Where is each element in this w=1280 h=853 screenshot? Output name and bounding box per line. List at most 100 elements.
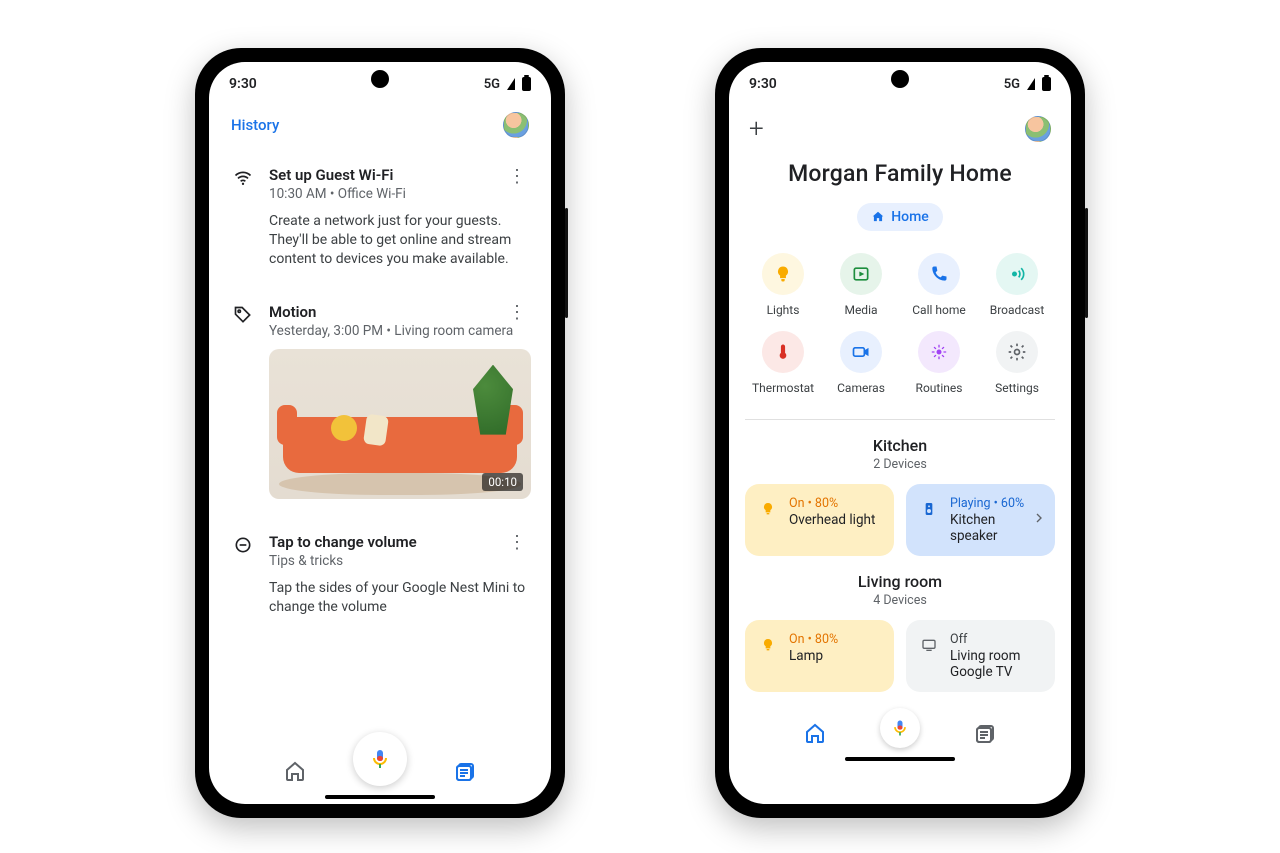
- feed-subtitle: Yesterday, 3:00 PM • Living room camera: [269, 323, 531, 339]
- thermostat-icon: [762, 331, 804, 373]
- status-network: 5G: [1004, 77, 1020, 92]
- shortcut-cameras[interactable]: Cameras: [831, 331, 891, 395]
- status-network: 5G: [484, 77, 500, 92]
- tv-icon: [918, 634, 940, 656]
- motion-clip-thumbnail[interactable]: 00:10: [269, 349, 531, 499]
- room-name: Living room: [729, 572, 1071, 591]
- screenshot-stage: 9:30 5G History: [0, 0, 1280, 853]
- shortcut-call-home[interactable]: Call home: [909, 253, 969, 317]
- device-card-living-room-tv[interactable]: Off Living room Google TV: [906, 620, 1055, 692]
- assistant-mic-button[interactable]: [353, 732, 407, 786]
- tab-feed[interactable]: [449, 754, 483, 788]
- camera-icon: [840, 331, 882, 373]
- feed-subtitle: 10:30 AM • Office Wi-Fi: [269, 186, 529, 202]
- tab-home[interactable]: [278, 754, 312, 788]
- add-button[interactable]: +: [749, 116, 764, 142]
- shortcut-label: Routines: [916, 381, 963, 395]
- feed-title: Set up Guest Wi-Fi: [269, 166, 529, 184]
- front-camera-dot: [371, 70, 389, 88]
- shortcut-broadcast[interactable]: Broadcast: [987, 253, 1047, 317]
- device-card-lamp[interactable]: On • 80% Lamp: [745, 620, 894, 692]
- device-card-overhead-light[interactable]: On • 80% Overhead light: [745, 484, 894, 556]
- routines-icon: [918, 331, 960, 373]
- broadcast-icon: [996, 253, 1038, 295]
- device-name: Living room Google TV: [950, 648, 1043, 680]
- motion-tag-icon: [231, 303, 255, 499]
- media-icon: [840, 253, 882, 295]
- home-title: Morgan Family Home: [729, 160, 1071, 187]
- divider: [745, 419, 1055, 420]
- device-name: Kitchen speaker: [950, 512, 1043, 544]
- status-time: 9:30: [229, 76, 257, 92]
- status-time: 9:30: [749, 76, 777, 92]
- gesture-bar: [845, 757, 955, 761]
- activity-feed: Set up Guest Wi-Fi 10:30 AM • Office Wi-…: [209, 150, 551, 730]
- gesture-bar: [325, 795, 435, 799]
- room-header-living-room[interactable]: Living room 4 Devices: [729, 572, 1071, 608]
- more-icon[interactable]: ⋮: [505, 301, 529, 325]
- light-icon: [757, 634, 779, 656]
- avatar[interactable]: [1025, 116, 1051, 142]
- screen-right: 9:30 5G + Morgan Family Home Home: [729, 62, 1071, 804]
- feed-subtitle: Tips & tricks: [269, 553, 529, 569]
- settings-icon: [996, 331, 1038, 373]
- phone-frame-right: 9:30 5G + Morgan Family Home Home: [715, 48, 1085, 818]
- shortcut-label: Settings: [995, 381, 1039, 395]
- light-icon: [762, 253, 804, 295]
- avatar[interactable]: [503, 112, 529, 138]
- shortcut-media[interactable]: Media: [831, 253, 891, 317]
- shortcut-routines[interactable]: Routines: [909, 331, 969, 395]
- feed-description: Create a network just for your guests. T…: [269, 212, 529, 269]
- bottom-nav: [729, 692, 1071, 766]
- history-link[interactable]: History: [231, 116, 279, 134]
- battery-icon: [522, 77, 531, 91]
- speaker-icon: [918, 498, 940, 520]
- device-name: Overhead light: [789, 512, 875, 528]
- more-icon[interactable]: ⋮: [505, 164, 529, 188]
- screen-left: 9:30 5G History: [209, 62, 551, 804]
- clip-duration: 00:10: [482, 473, 523, 491]
- battery-icon: [1042, 77, 1051, 91]
- home-selector-chip[interactable]: Home: [857, 203, 943, 231]
- room-name: Kitchen: [729, 436, 1071, 455]
- device-card-kitchen-speaker[interactable]: Playing • 60% Kitchen speaker: [906, 484, 1055, 556]
- feed-item-motion[interactable]: Motion Yesterday, 3:00 PM • Living room …: [227, 287, 533, 517]
- shortcut-grid: Lights Media Call home Broadcast: [729, 243, 1071, 413]
- chevron-right-icon: [1031, 510, 1047, 530]
- room-header-kitchen[interactable]: Kitchen 2 Devices: [729, 436, 1071, 472]
- shortcut-label: Thermostat: [752, 381, 814, 395]
- feed-description: Tap the sides of your Google Nest Mini t…: [269, 579, 529, 617]
- shortcut-label: Call home: [912, 303, 966, 317]
- feed-item-tip[interactable]: Tap to change volume Tips & tricks Tap t…: [227, 517, 533, 635]
- shortcut-label: Media: [844, 303, 877, 317]
- device-status: Off: [950, 632, 1043, 647]
- home-chip-icon: [871, 210, 885, 224]
- shortcut-settings[interactable]: Settings: [987, 331, 1047, 395]
- more-icon[interactable]: ⋮: [505, 531, 529, 555]
- home-chip-label: Home: [891, 209, 929, 225]
- shortcut-thermostat[interactable]: Thermostat: [753, 331, 813, 395]
- device-status: On • 80%: [789, 496, 875, 511]
- device-status: Playing • 60%: [950, 496, 1043, 511]
- phone-frame-left: 9:30 5G History: [195, 48, 565, 818]
- tab-home[interactable]: [798, 716, 832, 750]
- front-camera-dot: [891, 70, 909, 88]
- wifi-icon: [231, 166, 255, 269]
- feed-title: Tap to change volume: [269, 533, 529, 551]
- assistant-mic-button[interactable]: [880, 708, 920, 748]
- room-device-count: 4 Devices: [729, 593, 1071, 608]
- device-name: Lamp: [789, 648, 838, 664]
- shortcut-label: Broadcast: [990, 303, 1045, 317]
- shortcut-label: Cameras: [837, 381, 885, 395]
- feed-item-wifi[interactable]: Set up Guest Wi-Fi 10:30 AM • Office Wi-…: [227, 150, 533, 287]
- signal-icon: [507, 78, 515, 90]
- room-device-count: 2 Devices: [729, 457, 1071, 472]
- tab-feed[interactable]: [969, 716, 1003, 750]
- signal-icon: [1027, 78, 1035, 90]
- feed-title: Motion: [269, 303, 531, 321]
- phone-icon: [918, 253, 960, 295]
- bottom-nav: [209, 730, 551, 804]
- shortcut-lights[interactable]: Lights: [753, 253, 813, 317]
- device-status: On • 80%: [789, 632, 838, 647]
- light-icon: [757, 498, 779, 520]
